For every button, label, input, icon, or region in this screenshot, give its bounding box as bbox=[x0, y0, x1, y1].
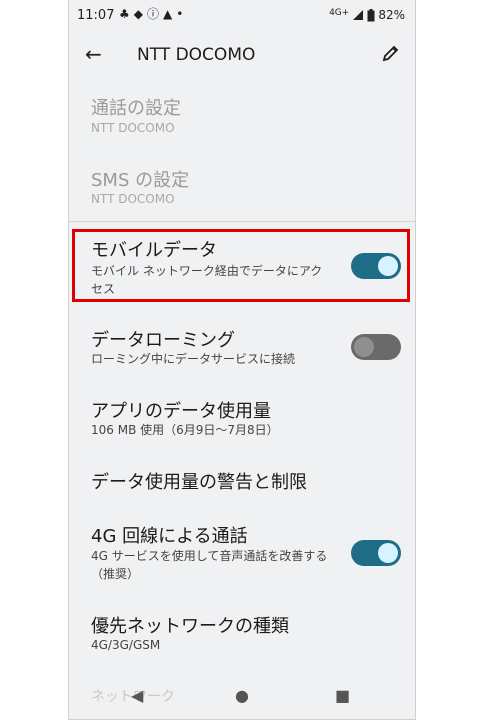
preferred-network-item[interactable]: 優先ネットワークの種類 4G/3G/GSM bbox=[69, 612, 415, 658]
status-right: 4G+ 82% bbox=[329, 8, 405, 22]
app-data-usage-item[interactable]: アプリのデータ使用量 106 MB 使用（6月9日〜7月8日） bbox=[69, 397, 415, 443]
highlight-box bbox=[72, 229, 410, 302]
phone-screen: 11:07 ♣ ◆ ⓘ ▲ • 4G+ 82% ← NTT DOCOMO 通話の… bbox=[68, 0, 416, 720]
sms-settings-item[interactable]: SMS の設定 NTT DOCOMO bbox=[69, 166, 415, 216]
volte-subtitle-cont: （推奨） bbox=[91, 567, 140, 581]
data-warning-item[interactable]: データ使用量の警告と制限 bbox=[69, 468, 415, 498]
pencil-icon[interactable] bbox=[381, 43, 401, 67]
toggle-knob bbox=[378, 543, 398, 563]
info-icon: ⓘ bbox=[147, 7, 160, 21]
recents-nav-icon[interactable]: ■ bbox=[335, 686, 350, 705]
data-warning-title: データ使用量の警告と制限 bbox=[91, 472, 307, 493]
arrow-back-icon[interactable]: ← bbox=[85, 42, 102, 66]
network-type: 4G+ bbox=[329, 8, 350, 18]
status-notification-icons: ♣ ◆ ⓘ ▲ • bbox=[119, 6, 183, 22]
back-nav-icon[interactable]: ◀ bbox=[131, 686, 143, 705]
dot-icon: • bbox=[176, 7, 184, 21]
preferred-network-title: 優先ネットワークの種類 bbox=[91, 616, 289, 637]
toggle-knob bbox=[354, 337, 374, 357]
page-title: NTT DOCOMO bbox=[137, 45, 256, 65]
notification-icon: ♣ bbox=[119, 7, 130, 21]
signal-icon bbox=[353, 10, 364, 20]
section-divider bbox=[69, 221, 415, 222]
volte-title: 4G 回線による通話 bbox=[91, 526, 248, 547]
volte-item[interactable]: 4G 回線による通話 4G サービスを使用して音声通話を改善する （推奨） bbox=[69, 522, 415, 584]
battery-percent: 82% bbox=[378, 8, 405, 22]
app-bar: ← NTT DOCOMO bbox=[69, 32, 415, 80]
sms-settings-subtitle: NTT DOCOMO bbox=[91, 192, 175, 206]
data-roaming-item[interactable]: データローミング ローミング中にデータサービスに接続 bbox=[69, 326, 415, 372]
call-settings-title: 通話の設定 bbox=[91, 98, 181, 119]
app-data-usage-title: アプリのデータ使用量 bbox=[91, 401, 271, 422]
navigation-bar: ネットワーク ◀ ● ■ bbox=[69, 676, 415, 719]
home-nav-icon[interactable]: ● bbox=[235, 686, 249, 705]
app-data-usage-subtitle: 106 MB 使用（6月9日〜7月8日） bbox=[91, 423, 279, 437]
data-roaming-title: データローミング bbox=[91, 330, 235, 351]
data-roaming-toggle[interactable] bbox=[351, 334, 401, 360]
sms-settings-title: SMS の設定 bbox=[91, 170, 190, 191]
status-bar: 11:07 ♣ ◆ ⓘ ▲ • 4G+ 82% bbox=[69, 0, 415, 32]
call-settings-item[interactable]: 通話の設定 NTT DOCOMO bbox=[69, 94, 415, 144]
volte-toggle[interactable] bbox=[351, 540, 401, 566]
warning-icon: ▲ bbox=[163, 7, 173, 21]
status-time: 11:07 bbox=[77, 8, 115, 23]
notification-icon: ◆ bbox=[133, 7, 143, 21]
battery-icon bbox=[367, 8, 375, 21]
data-roaming-subtitle: ローミング中にデータサービスに接続 bbox=[91, 352, 296, 366]
preferred-network-subtitle: 4G/3G/GSM bbox=[91, 638, 161, 652]
call-settings-subtitle: NTT DOCOMO bbox=[91, 121, 175, 135]
volte-subtitle: 4G サービスを使用して音声通話を改善する bbox=[91, 549, 328, 563]
